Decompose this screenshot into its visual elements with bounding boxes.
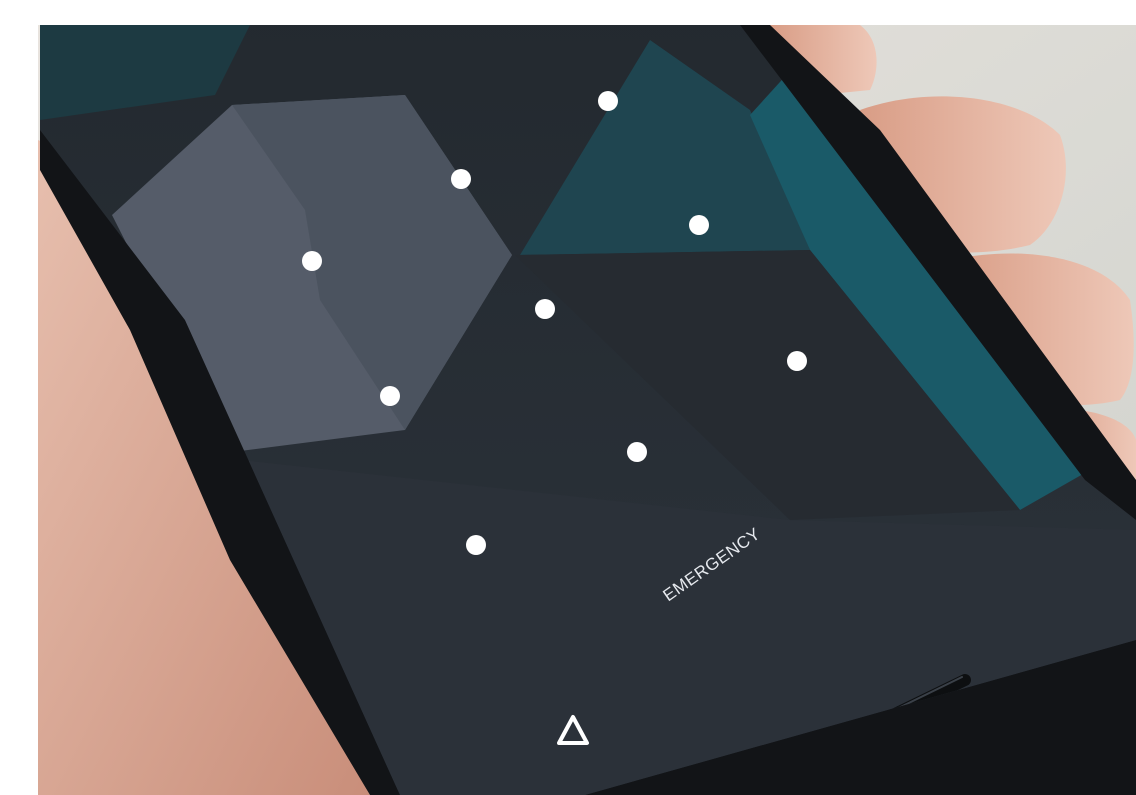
left-margin xyxy=(0,0,38,795)
pattern-dot-5[interactable] xyxy=(535,299,555,319)
pattern-dot-7[interactable] xyxy=(302,251,322,271)
pattern-dot-2[interactable] xyxy=(689,215,709,235)
pattern-dot-1[interactable] xyxy=(598,91,618,111)
pattern-dot-4[interactable] xyxy=(451,169,471,189)
scene-illustration xyxy=(0,0,1136,795)
top-margin xyxy=(0,0,1136,25)
pattern-dot-8[interactable] xyxy=(380,386,400,406)
pattern-dot-9[interactable] xyxy=(466,535,486,555)
pattern-dot-3[interactable] xyxy=(787,351,807,371)
photo-scene: EMERGENCY xyxy=(0,0,1136,795)
pattern-dot-6[interactable] xyxy=(627,442,647,462)
